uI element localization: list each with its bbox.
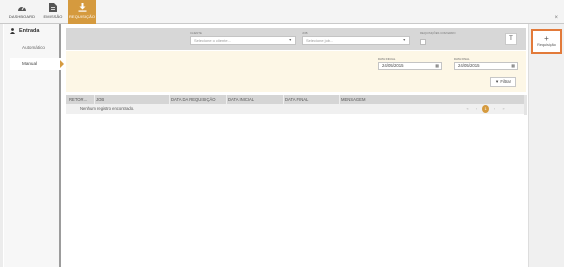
document-icon [49,3,57,12]
end-date-value: 24/05/2015 [458,63,480,68]
cliente-label: CLIENTE [190,31,202,35]
scrollbar[interactable] [524,95,527,115]
filter-icon: T [509,36,513,42]
column-header[interactable]: JOB [96,95,170,104]
current-page[interactable]: 1 [482,105,489,113]
sidebar-item-manual[interactable]: Manual [10,58,61,70]
person-icon [10,28,15,34]
nav-requisicao[interactable]: REQUISIÇÃO [68,0,96,24]
left-edge [0,24,3,267]
last-page-button[interactable]: » [500,105,507,113]
job-select[interactable]: Selecione job... ▼ [302,36,410,45]
filter-icon: ▼ [494,79,500,84]
start-date-value: 24/05/2015 [382,63,404,68]
speedometer-icon [18,6,26,11]
filtrar-button[interactable]: ▼ Filtrar [490,77,516,87]
calendar-icon[interactable]: ▦ [435,63,439,69]
table-header: RETOR... JOB DATA DA REQUISIÇÃO DATA INI… [66,95,526,104]
column-header[interactable]: DATA DA REQUISIÇÃO [171,95,227,104]
nav-requisicao-label: REQUISIÇÃO [68,14,96,19]
download-icon [78,3,86,12]
next-page-button[interactable]: › [491,105,498,113]
start-date-label: DATA INICIAL [378,57,396,61]
plus-icon: + [544,34,549,43]
nav-emissao[interactable]: EMISSÃO [40,0,66,24]
column-header[interactable]: RETOR... [69,95,95,104]
sidebar-item-label: Manual [22,61,38,66]
calendar-icon[interactable]: ▦ [511,63,515,69]
cliente-select-value: Selecione o cliente... [194,38,231,43]
top-navigation: DASHBOARD EMISSÃO REQUISIÇÃO × [0,0,564,24]
nav-emissao-label: EMISSÃO [43,14,63,19]
pagination: « ‹ 1 › » [464,105,514,113]
filter-toggle-button[interactable]: T [505,33,517,45]
close-icon[interactable]: × [554,15,558,21]
job-select-value: Selecione job... [306,38,334,43]
sidebar: Entrada Automático Manual [4,24,61,267]
new-requisicao-button[interactable]: + Requisição [531,29,562,54]
empty-message: Nenhum registro encontrado. [80,106,135,111]
nav-dashboard[interactable]: DASHBOARD [6,0,38,24]
chevron-down-icon: ▼ [288,38,292,42]
date-filter-panel: DATA INICIAL 24/05/2015 ▦ DATA FINAL 24/… [66,51,526,92]
end-date-input[interactable]: 24/05/2015 ▦ [454,62,518,70]
requisicoes-erro-checkbox[interactable] [420,39,426,45]
nav-dashboard-label: DASHBOARD [8,14,36,19]
sidebar-header-label: Entrada [19,28,40,34]
column-header[interactable]: MENSAGEM [341,95,491,104]
first-page-button[interactable]: « [464,105,471,113]
prev-page-button[interactable]: ‹ [473,105,480,113]
end-date-label: DATA FINAL [454,57,470,61]
sidebar-item-label: Automático [22,45,45,50]
new-requisicao-label: Requisição [537,43,556,47]
start-date-input[interactable]: 24/05/2015 ▦ [378,62,442,70]
right-panel [528,24,564,267]
requisicoes-erro-label: REQUISIÇÕES COM ERRO [420,31,456,35]
sidebar-item-automatico[interactable]: Automático [10,42,61,54]
sidebar-header[interactable]: Entrada [4,27,61,36]
column-header[interactable]: DATA INICIAL [228,95,284,104]
filter-bar: CLIENTE Selecione o cliente... ▼ JOB Sel… [66,28,526,50]
job-label: JOB [302,31,308,35]
chevron-down-icon: ▼ [402,38,406,42]
filtrar-button-label: Filtrar [500,79,512,84]
column-header[interactable]: DATA FINAL [285,95,340,104]
table-row: Nenhum registro encontrado. « ‹ 1 › » [66,104,526,114]
cliente-select[interactable]: Selecione o cliente... ▼ [190,36,296,45]
